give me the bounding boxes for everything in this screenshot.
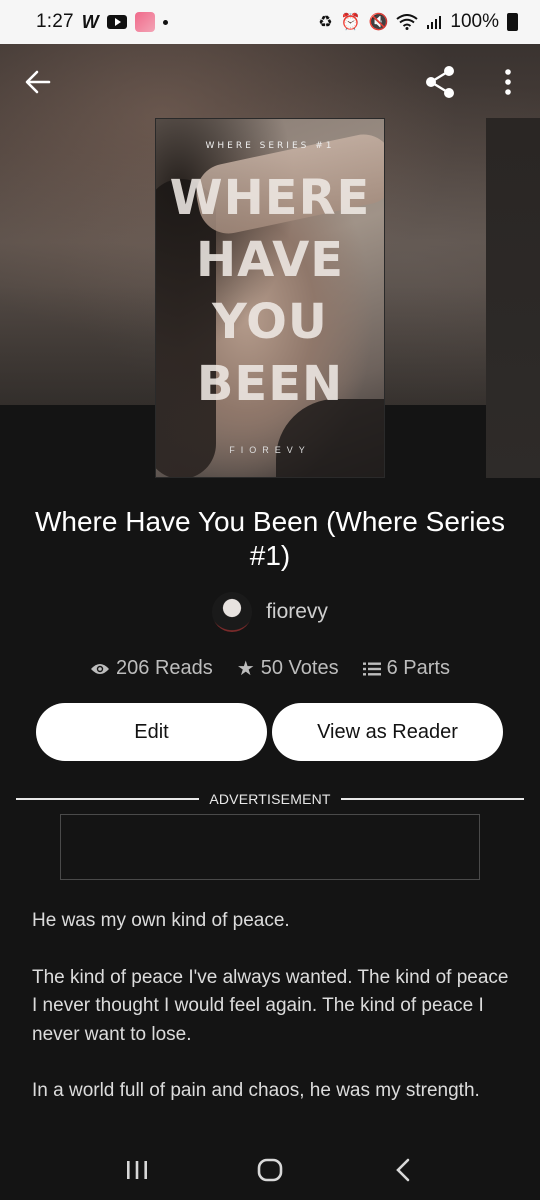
home-icon	[257, 1158, 283, 1182]
book-cover[interactable]: WHERE SERIES #1 WHERE HAVE YOU BEEN FIOR…	[155, 118, 385, 478]
eye-icon	[91, 663, 110, 674]
status-bar: 1:27 W ♻ ⏰ 🔇 100%	[0, 0, 540, 44]
advertisement-divider: ADVERTISEMENT	[16, 791, 524, 807]
star-icon: ★	[236, 658, 255, 680]
cover-title: WHERE HAVE YOU BEEN	[169, 170, 371, 412]
dot-icon	[162, 19, 168, 25]
share-button[interactable]	[418, 62, 462, 102]
cover-author-text: FIOREVY	[229, 445, 311, 455]
status-time: 1:27	[36, 11, 74, 32]
reads-stat: 206 Reads	[90, 656, 213, 681]
edit-button[interactable]: Edit	[36, 703, 267, 761]
more-button[interactable]	[486, 62, 530, 102]
advertisement-label: ADVERTISEMENT	[209, 791, 331, 807]
recent-apps-button[interactable]	[107, 1145, 167, 1195]
recent-apps-icon	[126, 1161, 147, 1179]
alarm-icon: ⏰	[340, 14, 361, 31]
author-name[interactable]: fiorevy	[266, 600, 328, 624]
home-button[interactable]	[240, 1145, 300, 1195]
youtube-icon	[106, 15, 127, 29]
avatar[interactable]	[212, 592, 253, 632]
description-paragraph: The kind of peace I've always wanted. Th…	[32, 966, 509, 1045]
wattpad-w-icon: W	[81, 11, 99, 32]
next-book-cover[interactable]	[486, 118, 540, 478]
description-paragraph: He was my own kind of peace.	[32, 910, 290, 931]
arrow-left-icon	[25, 70, 51, 94]
signal-icon	[427, 16, 442, 29]
view-as-reader-button[interactable]: View as Reader	[272, 703, 503, 761]
app-icon	[134, 12, 155, 32]
battery-level: 100%	[450, 11, 499, 32]
battery-saver-icon: ♻	[318, 14, 333, 31]
more-vertical-icon	[505, 69, 511, 95]
parts-stat: 6 Parts	[362, 656, 450, 681]
story-description: He was my own kind of peace. The kind of…	[32, 907, 512, 1147]
back-button[interactable]	[16, 62, 60, 102]
description-paragraph: In a world full of pain and chaos, he wa…	[32, 1080, 480, 1101]
mute-icon: 🔇	[368, 14, 389, 31]
back-nav-button[interactable]	[373, 1145, 433, 1195]
votes-stat: ★ 50 Votes	[236, 657, 339, 680]
story-title: Where Have You Been (Where Series #1)	[34, 506, 506, 571]
story-stats: 206 Reads ★ 50 Votes 6 Parts	[0, 656, 540, 681]
advertisement-slot[interactable]	[60, 814, 480, 880]
list-icon	[362, 662, 381, 675]
chevron-left-icon	[396, 1158, 410, 1182]
author-row[interactable]: fiorevy	[0, 592, 540, 632]
wifi-icon	[396, 14, 419, 30]
system-nav-bar	[0, 1140, 540, 1200]
share-icon	[426, 66, 454, 98]
cover-series-text: WHERE SERIES #1	[205, 141, 335, 151]
battery-icon	[507, 13, 518, 31]
